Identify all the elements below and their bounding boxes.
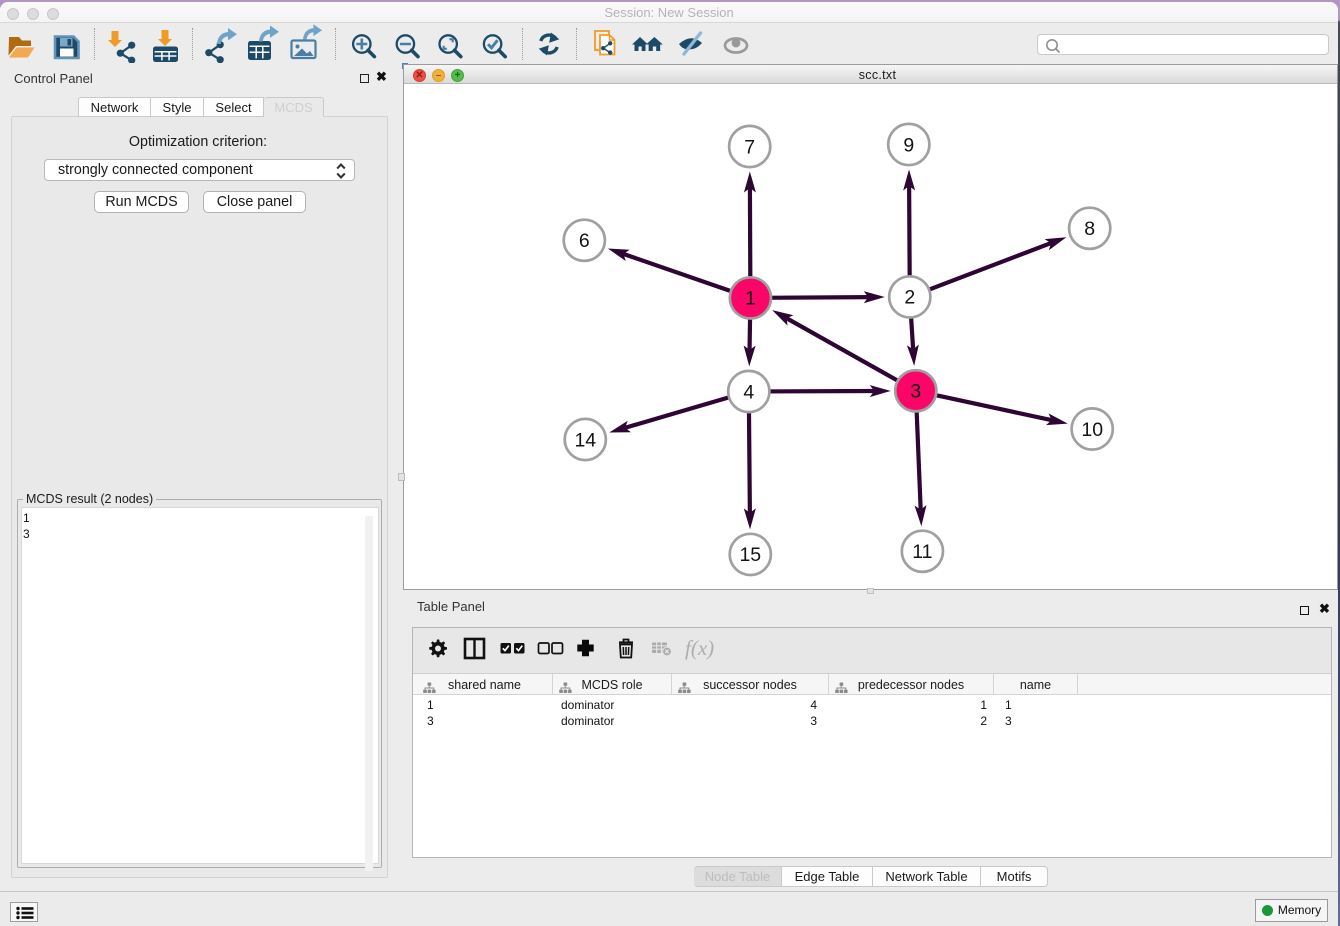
svg-text:11: 11 — [912, 541, 932, 563]
svg-text:f(x): f(x) — [685, 636, 714, 660]
svg-text:6: 6 — [579, 230, 590, 252]
svg-text:7: 7 — [744, 136, 755, 158]
svg-text:10: 10 — [1081, 419, 1103, 441]
svg-text:4: 4 — [743, 381, 754, 403]
svg-text:3: 3 — [910, 381, 921, 403]
svg-text:9: 9 — [903, 134, 914, 156]
svg-text:2: 2 — [904, 287, 915, 309]
svg-text:1: 1 — [745, 288, 756, 310]
svg-text:14: 14 — [574, 429, 596, 451]
svg-text:15: 15 — [739, 544, 761, 566]
svg-text:8: 8 — [1084, 218, 1095, 240]
